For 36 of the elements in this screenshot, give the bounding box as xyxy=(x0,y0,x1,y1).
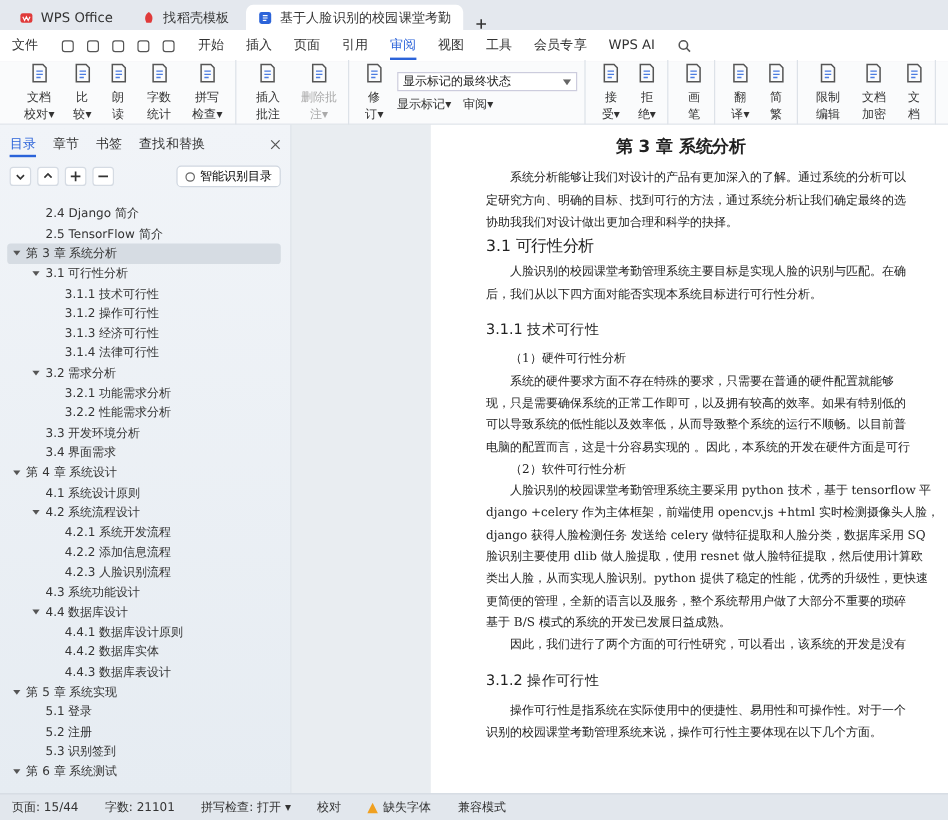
caret-icon[interactable] xyxy=(12,687,22,697)
document-icon xyxy=(817,62,839,84)
caret-icon[interactable] xyxy=(12,766,22,777)
document-icon xyxy=(148,62,171,84)
chapter-title: 第 3 章 系统分析 xyxy=(614,136,749,159)
document-icon xyxy=(729,62,752,84)
document-icon xyxy=(196,62,219,84)
document-icon xyxy=(107,62,130,84)
chevron-down-icon xyxy=(14,170,27,183)
document-icon xyxy=(308,62,330,84)
caret-icon[interactable] xyxy=(31,368,41,379)
caret-icon[interactable] xyxy=(562,78,572,85)
expand-button[interactable] xyxy=(37,166,59,186)
chevron-up-icon xyxy=(42,170,54,183)
caret-icon[interactable] xyxy=(31,607,41,617)
plus-icon xyxy=(69,170,82,183)
caret-icon[interactable] xyxy=(31,507,41,518)
document-icon xyxy=(71,62,94,84)
minus-icon xyxy=(97,170,110,183)
document-icon xyxy=(28,62,51,84)
document-icon xyxy=(257,62,279,84)
document-icon xyxy=(862,62,885,84)
document-icon xyxy=(765,62,788,84)
document-icon xyxy=(600,62,622,84)
document-icon xyxy=(363,62,386,84)
document-icon xyxy=(258,10,273,25)
collapse-button[interactable] xyxy=(9,166,32,186)
caret-icon[interactable] xyxy=(12,468,22,478)
document-icon xyxy=(903,62,926,84)
search-icon[interactable] xyxy=(676,37,693,54)
warning-icon xyxy=(367,802,379,813)
document-icon xyxy=(636,62,658,84)
remove-button[interactable] xyxy=(92,166,114,186)
document-icon xyxy=(682,62,705,84)
add-button[interactable] xyxy=(64,166,87,186)
wps-logo-icon xyxy=(19,10,34,25)
